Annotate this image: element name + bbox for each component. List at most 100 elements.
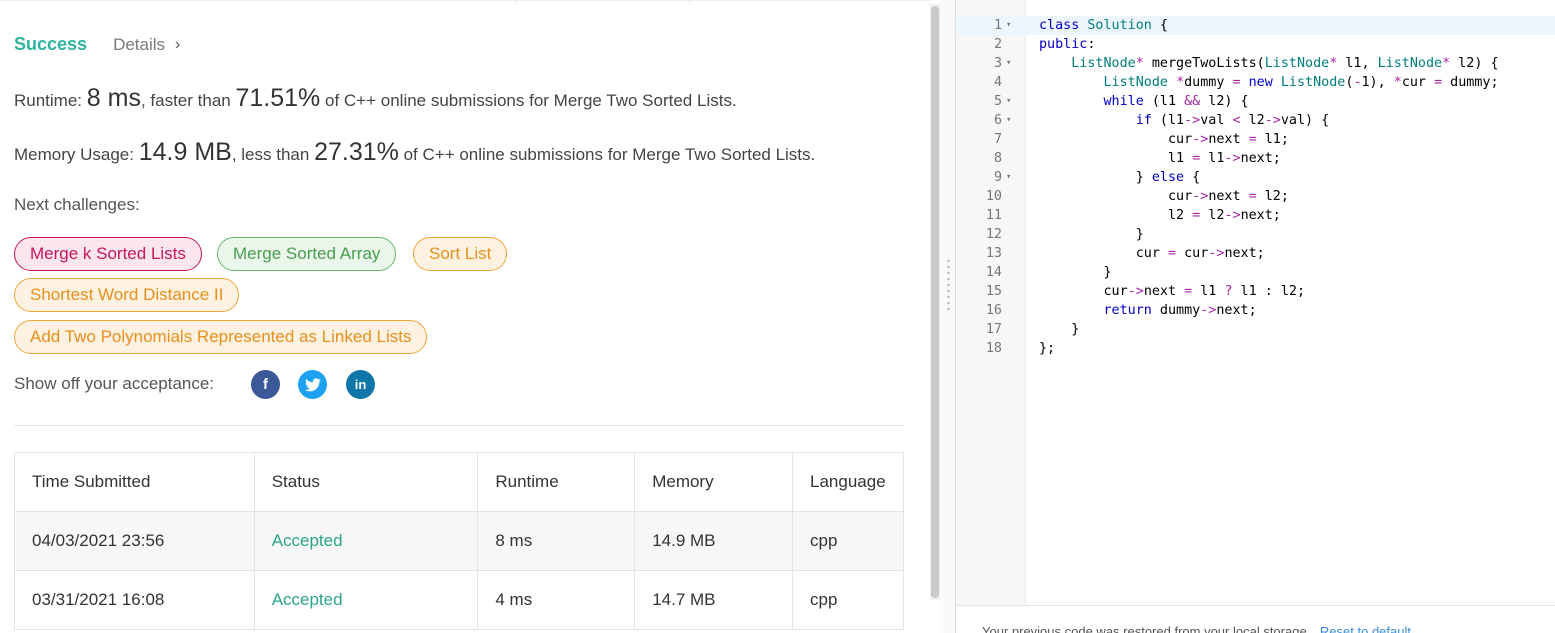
runtime-percent: 71.51% — [235, 84, 321, 112]
header-status: Status — [253, 452, 479, 512]
code-text: class Solution { — [1039, 18, 1168, 33]
code-line: 17 } — [956, 320, 1555, 339]
twitter-bird-glyph — [304, 377, 321, 391]
code-line: 7 cur->next = l1; — [956, 130, 1555, 149]
result-scrollbar-thumb[interactable] — [931, 6, 939, 598]
code-line: 14 } — [956, 263, 1555, 282]
line-number: 8 — [993, 151, 1002, 166]
cell-time: 04/03/2021 23:56 — [14, 511, 255, 571]
runtime-value: 8 ms — [86, 84, 141, 112]
restore-message: Your previous code was restored from you… — [982, 624, 1311, 633]
code-text: cur = cur->next; — [1039, 246, 1265, 261]
memory-suffix: of C++ online submissions for Merge Two … — [403, 145, 816, 164]
header-language: Language — [792, 452, 904, 512]
share-label: Show off your acceptance: — [14, 374, 215, 393]
code-text: cur->next = l1; — [1039, 132, 1289, 147]
challenge-chip-merge-k-sorted-lists[interactable]: Merge k Sorted Lists — [14, 237, 202, 271]
code-line: 5 ▾ while (l1 && l2) { — [956, 92, 1555, 111]
code-line: 9 ▾ } else { — [956, 168, 1555, 187]
table-row: 03/31/2021 16:08 Accepted 4 ms 14.7 MB c… — [14, 570, 904, 630]
code-text: cur->next = l2; — [1039, 189, 1289, 204]
header-time-submitted: Time Submitted — [14, 452, 255, 512]
line-number: 10 — [985, 189, 1002, 204]
code-text: ListNode* mergeTwoLists(ListNode* l1, Li… — [1071, 56, 1499, 71]
challenge-chip-shortest-word-distance-ii[interactable]: Shortest Word Distance II — [14, 278, 240, 312]
fold-toggle-icon[interactable]: ▾ — [1006, 16, 1018, 35]
runtime-mid: , faster than — [140, 91, 231, 110]
code-text: } — [1039, 265, 1112, 280]
details-link[interactable]: Details › — [113, 35, 180, 55]
drag-handle-icon[interactable] — [947, 258, 950, 314]
code-line: 1 ▾ class Solution { — [956, 16, 1555, 35]
line-number: 13 — [985, 246, 1002, 261]
result-panel: Success Details › Runtime: 8 ms, faster … — [0, 0, 930, 633]
code-text: if (l1->val < l2->val) { — [1135, 113, 1330, 128]
memory-summary: Memory Usage: 14.9 MB, less than 27.31% … — [14, 138, 815, 167]
challenge-chip-add-two-polynomials[interactable]: Add Two Polynomials Represented as Linke… — [14, 320, 428, 354]
code-line: 16 return dummy->next; — [956, 301, 1555, 320]
code-text: ListNode *dummy = new ListNode(-1), *cur… — [1103, 75, 1499, 90]
status-row: Success Details › — [14, 34, 180, 55]
challenge-chip-merge-sorted-array[interactable]: Merge Sorted Array — [217, 237, 397, 271]
line-number: 18 — [985, 341, 1002, 356]
fold-toggle-icon[interactable]: ▾ — [1006, 111, 1018, 130]
code-line: 8 l1 = l1->next; — [956, 149, 1555, 168]
next-challenges-label: Next challenges: — [14, 195, 140, 214]
cell-runtime: 4 ms — [477, 570, 636, 630]
line-number: 15 — [985, 284, 1002, 299]
code-text: return dummy->next; — [1103, 303, 1257, 318]
twitter-icon[interactable] — [298, 370, 327, 399]
fold-toggle-icon[interactable]: ▾ — [1006, 92, 1018, 111]
reset-to-default-link[interactable]: Reset to default — [1320, 624, 1411, 633]
line-number: 14 — [985, 265, 1002, 280]
line-number: 7 — [993, 132, 1002, 147]
editor-status-bar: Your previous code was restored from you… — [956, 605, 1555, 633]
line-number: 3 — [993, 56, 1002, 71]
code-text: cur->next = l1 ? l1 : l2; — [1039, 284, 1306, 299]
code-text: }; — [1039, 341, 1056, 356]
line-number: 17 — [985, 322, 1002, 337]
active-tab-marker — [515, 1, 690, 4]
line-number: 4 — [993, 75, 1002, 90]
linkedin-icon[interactable]: in — [346, 370, 375, 399]
line-number: 12 — [985, 227, 1002, 242]
header-runtime: Runtime — [477, 452, 636, 512]
details-label: Details — [113, 34, 166, 54]
code-editor[interactable]: 1 ▾ class Solution { 2 public: 3 ▾ ListNode* m… — [956, 0, 1555, 605]
chevron-right-icon: › — [175, 35, 181, 53]
line-number: 2 — [993, 37, 1002, 52]
cell-language: cpp — [792, 570, 904, 630]
code-line: 3 ▾ ListNode* mergeTwoLists(ListNode* l1,… — [956, 54, 1555, 73]
line-number: 1 — [993, 18, 1002, 33]
fold-toggle-icon[interactable]: ▾ — [1006, 168, 1018, 187]
code-line: 2 public: — [956, 35, 1555, 54]
memory-mid: , less than — [231, 145, 310, 164]
code-line: 15 cur->next = l1 ? l1 : l2; — [956, 282, 1555, 301]
code-line: 13 cur = cur->next; — [956, 244, 1555, 263]
status-success: Success — [14, 34, 88, 54]
fold-toggle-icon[interactable]: ▾ — [1006, 54, 1018, 73]
line-number: 6 — [993, 113, 1002, 128]
header-memory: Memory — [634, 452, 794, 512]
code-text: l1 = l1->next; — [1039, 151, 1281, 166]
code-line: 6 ▾ if (l1->val < l2->val) { — [956, 111, 1555, 130]
memory-value: 14.9 MB — [138, 138, 232, 166]
memory-prefix: Memory Usage: — [14, 145, 134, 164]
panel-splitter[interactable] — [940, 0, 956, 633]
challenge-chip-sort-list[interactable]: Sort List — [413, 237, 508, 271]
line-number: 9 — [993, 170, 1002, 185]
submissions-table: Time Submitted Status Runtime Memory Lan… — [14, 452, 904, 630]
code-text: } — [1039, 227, 1144, 242]
code-line: 10 cur->next = l2; — [956, 187, 1555, 206]
runtime-prefix: Runtime: — [14, 91, 83, 110]
memory-percent: 27.31% — [314, 138, 399, 166]
facebook-icon[interactable]: f — [251, 370, 280, 399]
code-text: } — [1039, 322, 1080, 337]
divider — [14, 425, 904, 426]
restore-message-row: Your previous code was restored from you… — [982, 624, 1411, 633]
cell-status-link[interactable]: Accepted — [253, 570, 479, 630]
cell-status-link[interactable]: Accepted — [253, 511, 479, 571]
runtime-suffix: of C++ online submissions for Merge Two … — [325, 91, 737, 110]
panel-top-border — [0, 0, 930, 4]
line-number: 16 — [985, 303, 1002, 318]
